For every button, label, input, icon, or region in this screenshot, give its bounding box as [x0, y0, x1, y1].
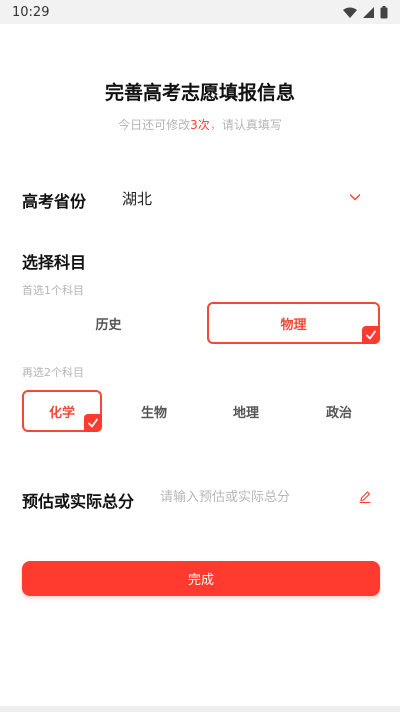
chevron-down-icon[interactable]: [348, 190, 362, 204]
province-value: 湖北: [122, 190, 153, 208]
submit-button[interactable]: 完成: [22, 561, 380, 596]
score-label: 预估或实际总分: [22, 492, 135, 511]
subject-option-physics[interactable]: 物理: [207, 302, 380, 344]
remaining-count: 3次: [190, 118, 210, 132]
battery-icon: [380, 5, 388, 18]
subject-option-history[interactable]: 历史: [22, 302, 195, 344]
subtitle-prefix: 今日还可修改: [118, 118, 191, 132]
subject-option-politics[interactable]: 政治: [298, 390, 380, 432]
first-choice-hint: 首选1个科目: [22, 284, 84, 297]
edit-icon[interactable]: [358, 490, 372, 504]
status-time: 10:29: [12, 4, 50, 20]
status-icons: [343, 5, 388, 19]
signal-icon: [363, 6, 374, 18]
subject-option-label: 政治: [325, 405, 352, 421]
subject-option-label: 物理: [280, 317, 307, 333]
subject-option-label: 历史: [95, 317, 122, 333]
wifi-icon: [343, 7, 357, 18]
province-selector[interactable]: 高考省份 湖北: [22, 184, 380, 214]
second-choice-hint: 再选2个科目: [22, 366, 84, 379]
subtitle-suffix: ，请认真填写: [209, 118, 282, 132]
subject-option-chemistry[interactable]: 化学: [22, 390, 102, 432]
province-label: 高考省份: [22, 192, 87, 211]
page-subtitle: 今日还可修改3次，请认真填写: [0, 116, 400, 133]
check-icon: [84, 414, 102, 432]
check-icon: [362, 326, 380, 344]
subjects-title: 选择科目: [22, 253, 87, 272]
score-row: 预估或实际总分: [22, 486, 380, 511]
subject-option-biology[interactable]: 生物: [114, 390, 194, 432]
subject-option-label: 化学: [48, 405, 75, 421]
bottom-bar: [0, 706, 400, 712]
page-title: 完善高考志愿填报信息: [104, 82, 295, 104]
subject-option-label: 地理: [232, 405, 259, 421]
status-bar: 10:29: [0, 0, 400, 24]
score-input[interactable]: [160, 486, 350, 508]
subject-option-label: 生物: [140, 405, 167, 421]
subject-option-geography[interactable]: 地理: [206, 390, 286, 432]
